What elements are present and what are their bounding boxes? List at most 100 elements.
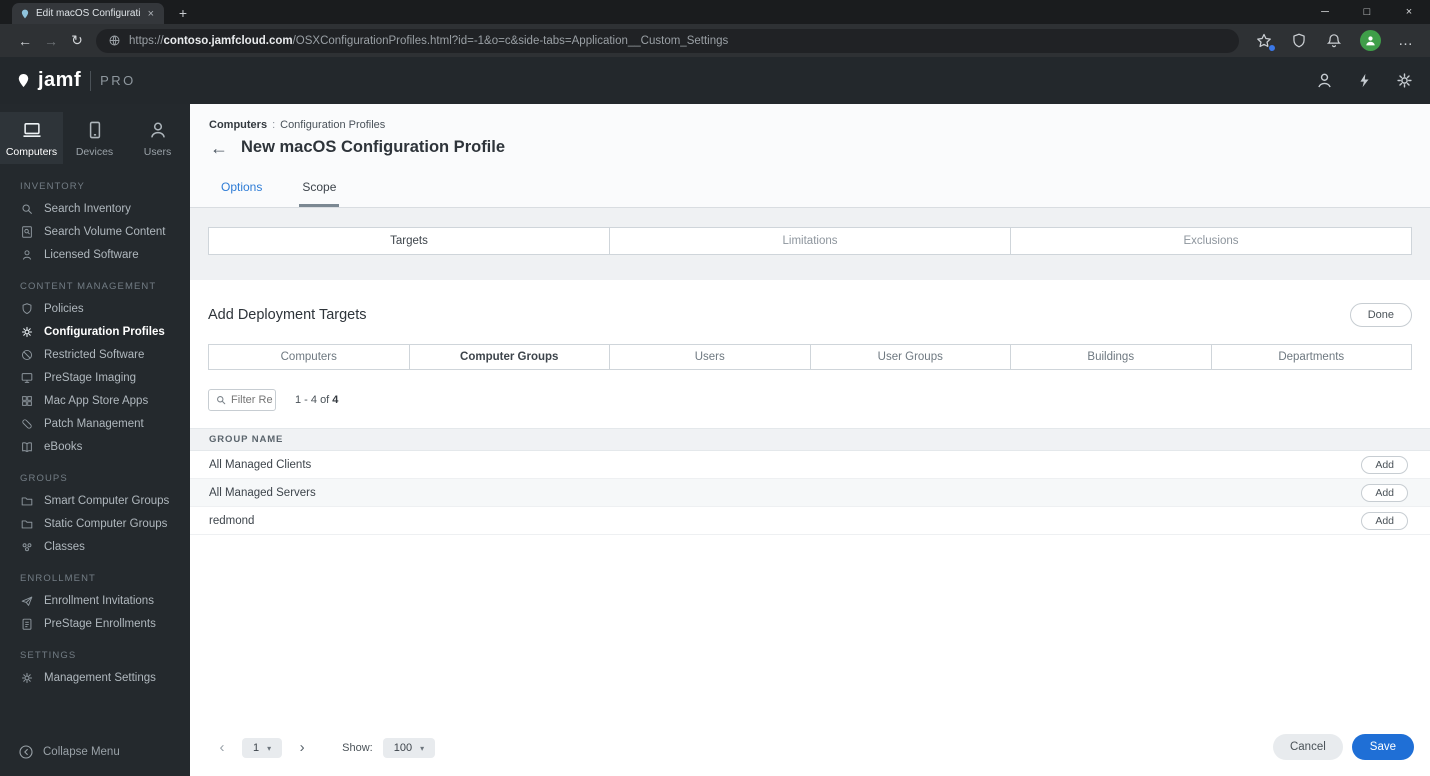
licensed-software-icon [20,248,34,262]
account-icon[interactable] [1315,71,1334,90]
sidebar-item-search-inventory[interactable]: Search Inventory [0,197,190,220]
browser-toolbar: ← → ↻ https://contoso.jamfcloud.com/OSXC… [0,24,1430,57]
add-button[interactable]: Add [1361,483,1408,502]
add-button[interactable]: Add [1361,511,1408,530]
sidebar-item-management-settings[interactable]: Management Settings [0,666,190,689]
monitor-icon [20,371,34,385]
back-nav-icon[interactable]: ← [12,33,38,49]
save-button[interactable]: Save [1351,734,1414,760]
done-button[interactable]: Done [1349,303,1412,327]
header-icons [1315,71,1414,90]
back-arrow-icon[interactable]: ← [210,139,228,157]
tab-close-icon[interactable]: × [146,8,156,20]
scope-tab-limitations[interactable]: Limitations [609,227,1011,255]
item-label: PreStage Enrollments [44,617,156,630]
item-label: Search Inventory [44,202,131,215]
close-button[interactable]: × [1388,0,1430,24]
scope-tab-exclusions[interactable]: Exclusions [1010,227,1412,255]
notifications-icon[interactable] [1325,32,1343,50]
favorites-star-icon[interactable] [1255,32,1276,52]
sidebar-item-policies[interactable]: Policies [0,297,190,320]
sidebar-nav-devices[interactable]: Devices [63,112,126,164]
tab-options[interactable]: Options [221,171,262,207]
item-label: Smart Computer Groups [44,494,170,507]
sidebar-item-patch-management[interactable]: Patch Management [0,412,190,435]
title-row: ← New macOS Configuration Profile [190,131,1430,157]
user-icon [147,119,169,141]
screen: Edit macOS Configuration Profile × + ─ □… [0,0,1430,776]
filter-search-icon [215,394,227,406]
address-bar[interactable]: https://contoso.jamfcloud.com/OSXConfigu… [96,28,1239,53]
browser-titlebar: Edit macOS Configuration Profile × + ─ □… [0,0,1430,24]
smart-group-folder-icon [20,494,34,508]
page-prev-icon[interactable]: ‹ [212,737,232,759]
page-size-select[interactable]: 100 ▾ [382,738,436,758]
target-tab-buildings[interactable]: Buildings [1010,344,1212,370]
nav-label: Users [143,146,172,158]
deployment-targets-panel: Add Deployment Targets Done Computers Co… [190,280,1430,776]
table-row: All Managed Servers Add [190,479,1430,507]
breadcrumb: Computers: Configuration Profiles [190,119,1430,131]
tab-title: Edit macOS Configuration Profile [36,8,140,19]
sidebar-item-search-volume-content[interactable]: Search Volume Content [0,220,190,243]
scope-tab-targets[interactable]: Targets [208,227,610,255]
sidebar-item-smart-computer-groups[interactable]: Smart Computer Groups [0,489,190,512]
forward-nav-icon[interactable]: → [38,33,64,49]
sidebar-item-restricted-software[interactable]: Restricted Software [0,343,190,366]
browser-essentials-icon[interactable] [1290,32,1308,50]
sidebar-item-static-computer-groups[interactable]: Static Computer Groups [0,512,190,535]
profile-avatar[interactable] [1360,30,1381,51]
browser-tab[interactable]: Edit macOS Configuration Profile × [12,3,164,24]
activity-lightning-icon[interactable] [1356,72,1373,89]
sidebar-item-enrollment-invitations[interactable]: Enrollment Invitations [0,589,190,612]
laptop-icon [21,119,43,141]
item-label: Licensed Software [44,248,139,261]
item-label: PreStage Imaging [44,371,137,384]
target-tab-users[interactable]: Users [609,344,811,370]
breadcrumb-computers[interactable]: Computers [209,119,267,131]
filter-input[interactable] [231,394,277,406]
brand-text: jamf [38,69,82,91]
sidebar-item-configuration-profiles[interactable]: Configuration Profiles [0,320,190,343]
collapse-menu-button[interactable]: Collapse Menu [18,744,120,760]
sidebar-item-classes[interactable]: Classes [0,535,190,558]
item-label: Mac App Store Apps [44,394,149,407]
new-tab-button[interactable]: + [174,5,192,21]
sidebar-nav-computers[interactable]: Computers [0,112,63,164]
cancel-button[interactable]: Cancel [1272,734,1343,760]
window-controls: ─ □ × [1304,0,1430,24]
group-name: All Managed Servers [209,486,316,499]
target-tab-computers[interactable]: Computers [208,344,410,370]
globe-icon [108,34,121,47]
refresh-icon[interactable]: ↻ [64,32,90,49]
scope-segments: Targets Limitations Exclusions [208,227,1412,255]
maximize-button[interactable]: □ [1346,0,1388,24]
policies-shield-icon [20,302,34,316]
page-select[interactable]: 1 ▾ [242,738,283,758]
table-row: redmond Add [190,507,1430,535]
table-header-group-name: GROUP NAME [190,428,1430,451]
sidebar-item-prestage-imaging[interactable]: PreStage Imaging [0,366,190,389]
results-total: 4 [332,394,339,406]
settings-gear-icon[interactable] [1395,71,1414,90]
page-next-icon[interactable]: › [292,737,312,759]
minimize-button[interactable]: ─ [1304,0,1346,24]
jamf-logo: jamf PRO [16,69,136,92]
tab-scope[interactable]: Scope [299,171,340,207]
sidebar-item-mac-app-store-apps[interactable]: Mac App Store Apps [0,389,190,412]
sidebar-item-licensed-software[interactable]: Licensed Software [0,243,190,266]
breadcrumb-configuration-profiles[interactable]: Configuration Profiles [280,119,385,131]
sidebar-item-ebooks[interactable]: eBooks [0,435,190,458]
item-label: Static Computer Groups [44,517,168,530]
url-path: /OSXConfigurationProfiles.html?id=-1&o=c… [292,34,729,47]
item-label: Management Settings [44,671,156,684]
more-menu-icon[interactable]: … [1398,32,1414,49]
sidebar-item-prestage-enrollments[interactable]: PreStage Enrollments [0,612,190,635]
sidebar-nav-users[interactable]: Users [126,112,189,164]
target-tab-computer-groups[interactable]: Computer Groups [408,344,610,370]
collapse-label: Collapse Menu [43,746,120,758]
scope-band: Targets Limitations Exclusions [190,208,1430,280]
target-tab-user-groups[interactable]: User Groups [809,344,1011,370]
target-tab-departments[interactable]: Departments [1210,344,1412,370]
add-button[interactable]: Add [1361,455,1408,474]
